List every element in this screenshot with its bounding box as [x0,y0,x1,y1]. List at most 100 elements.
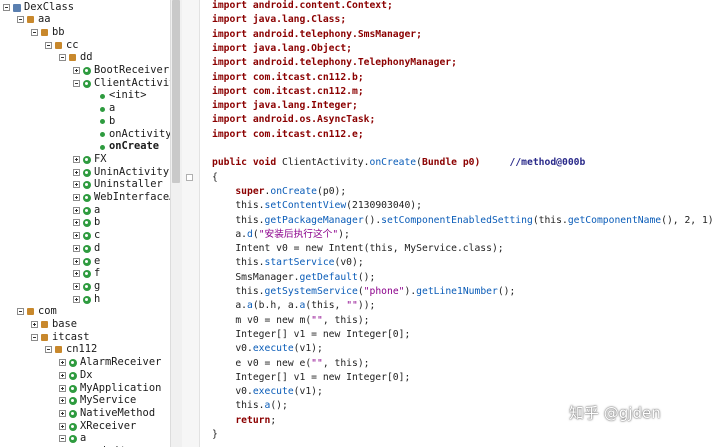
tree-node[interactable]: BootReceiver [0,64,170,77]
tree-node[interactable]: base [0,318,170,331]
tree-node[interactable]: onCreate [0,140,170,153]
code-token: , this); [322,314,370,326]
tree-node[interactable]: c [0,229,170,242]
collapse-icon[interactable] [3,3,10,11]
tree-node[interactable]: itcast [0,331,170,344]
expand-icon[interactable] [73,232,80,240]
expand-icon[interactable] [59,422,66,430]
tree-node[interactable]: Uninstaller [0,178,170,191]
tree-node[interactable]: cc [0,39,170,52]
code-line: e v0 = new e("", this); [212,357,369,371]
tree-node[interactable]: g [0,280,170,293]
collapse-icon[interactable] [59,54,66,62]
expand-icon[interactable] [73,194,80,201]
code-token: (); [497,286,516,297]
tree-node[interactable]: h [0,293,170,306]
tree-node[interactable]: Dx [0,369,170,382]
expand-icon[interactable] [73,270,80,278]
tree-node[interactable]: MyApplication [0,382,170,395]
code-line: public void ClientActivity.onCreate(Bund… [212,156,585,170]
tree-node[interactable]: UninActivity [0,166,170,179]
code-line: Integer[] v1 = new Integer[0]; [212,371,410,385]
expand-icon[interactable] [59,384,66,392]
code-editor[interactable]: import android.content.Context; import ja… [212,0,715,447]
code-token: getComponentName [567,214,662,226]
tree-node[interactable]: cn112 [0,343,170,356]
expand-icon[interactable] [59,409,66,417]
expand-icon[interactable] [73,206,80,214]
class-icon [83,79,91,88]
tree-node[interactable]: a [0,204,170,217]
tree-node[interactable]: AlarmReceiver [0,356,170,369]
tree-node[interactable]: ClientActivit [0,77,170,90]
tree-node[interactable]: dd [0,51,170,64]
code-token: public void [212,157,277,169]
tree-node[interactable]: WebInterfaceA [0,191,170,204]
code-token: (2130903040); [346,200,422,212]
tree-scrollbar-thumb[interactable] [172,0,180,183]
code-token: (v1); [293,343,323,355]
tree-node[interactable]: DexClass [0,1,170,14]
tree-node[interactable]: com [0,305,170,318]
tree-node[interactable]: b [0,216,170,229]
tree-node[interactable]: onActivity [0,128,170,141]
class-icon [83,194,91,202]
collapse-icon[interactable] [45,41,52,49]
code-token: Intent v0 = new Intent(this, MyService.c… [212,243,504,255]
code-token: setComponentEnabledSetting [381,214,533,226]
tree-node[interactable]: a [0,102,170,115]
tree-node-label: onCreate [109,140,160,153]
package-icon [27,16,34,24]
tree-node[interactable]: <init> [0,89,170,102]
tree-node-label: cn112 [66,343,98,356]
code-line: v0.execute(v1); [212,342,323,356]
tree-node[interactable]: bb [0,26,170,39]
tree-scrollbar[interactable] [170,0,182,447]
tree-node-label: b [94,216,101,229]
tree-node[interactable]: d [0,242,170,255]
expand-icon[interactable] [73,181,80,189]
expand-icon[interactable] [73,168,80,176]
tree-node[interactable]: MyService [0,394,170,407]
code-line: this.getSystemService("phone").getLine1N… [212,285,515,299]
code-token: ClientActivity. [276,157,370,169]
collapse-icon[interactable] [31,333,38,341]
code-token: (); [270,400,288,412]
tree-node[interactable]: NativeMethod [0,407,170,420]
code-token: (v1); [293,386,323,398]
code-token: import [212,71,247,83]
collapse-icon[interactable] [17,308,24,316]
tree-node[interactable]: e [0,255,170,268]
tree-node-label: itcast [52,330,90,343]
expand-icon[interactable] [59,397,66,405]
collapse-icon[interactable] [59,435,66,443]
expand-icon[interactable] [73,219,80,227]
expand-icon[interactable] [59,359,66,367]
expand-icon[interactable] [73,295,80,303]
expand-icon[interactable] [73,67,80,74]
expand-icon[interactable] [73,244,80,252]
code-line: return; [212,414,276,428]
tree-node[interactable]: a [0,432,170,445]
expand-icon[interactable] [59,371,66,379]
tree-node[interactable]: b [0,115,170,128]
tree-node[interactable]: f [0,267,170,280]
code-line: a.d("安装后执行这个"); [212,228,350,242]
code-token: { [212,171,218,183]
code-line: import android.telephony.SmsManager; [212,28,422,42]
collapse-icon[interactable] [73,79,80,87]
collapse-icon[interactable] [45,346,52,354]
expand-icon[interactable] [73,155,80,163]
tree-node[interactable]: XReceiver [0,420,170,433]
tree-node-label: <init> [109,89,147,102]
code-token: import [212,28,247,40]
expand-icon[interactable] [73,257,80,265]
expand-icon[interactable] [73,282,80,290]
collapse-icon[interactable] [17,16,24,24]
tree-node[interactable]: aa [0,13,170,26]
fold-toggle-icon[interactable] [186,174,193,181]
collapse-icon[interactable] [31,28,38,36]
expand-icon[interactable] [31,321,38,328]
code-token: execute [252,386,294,398]
tree-node[interactable]: FX [0,153,170,166]
